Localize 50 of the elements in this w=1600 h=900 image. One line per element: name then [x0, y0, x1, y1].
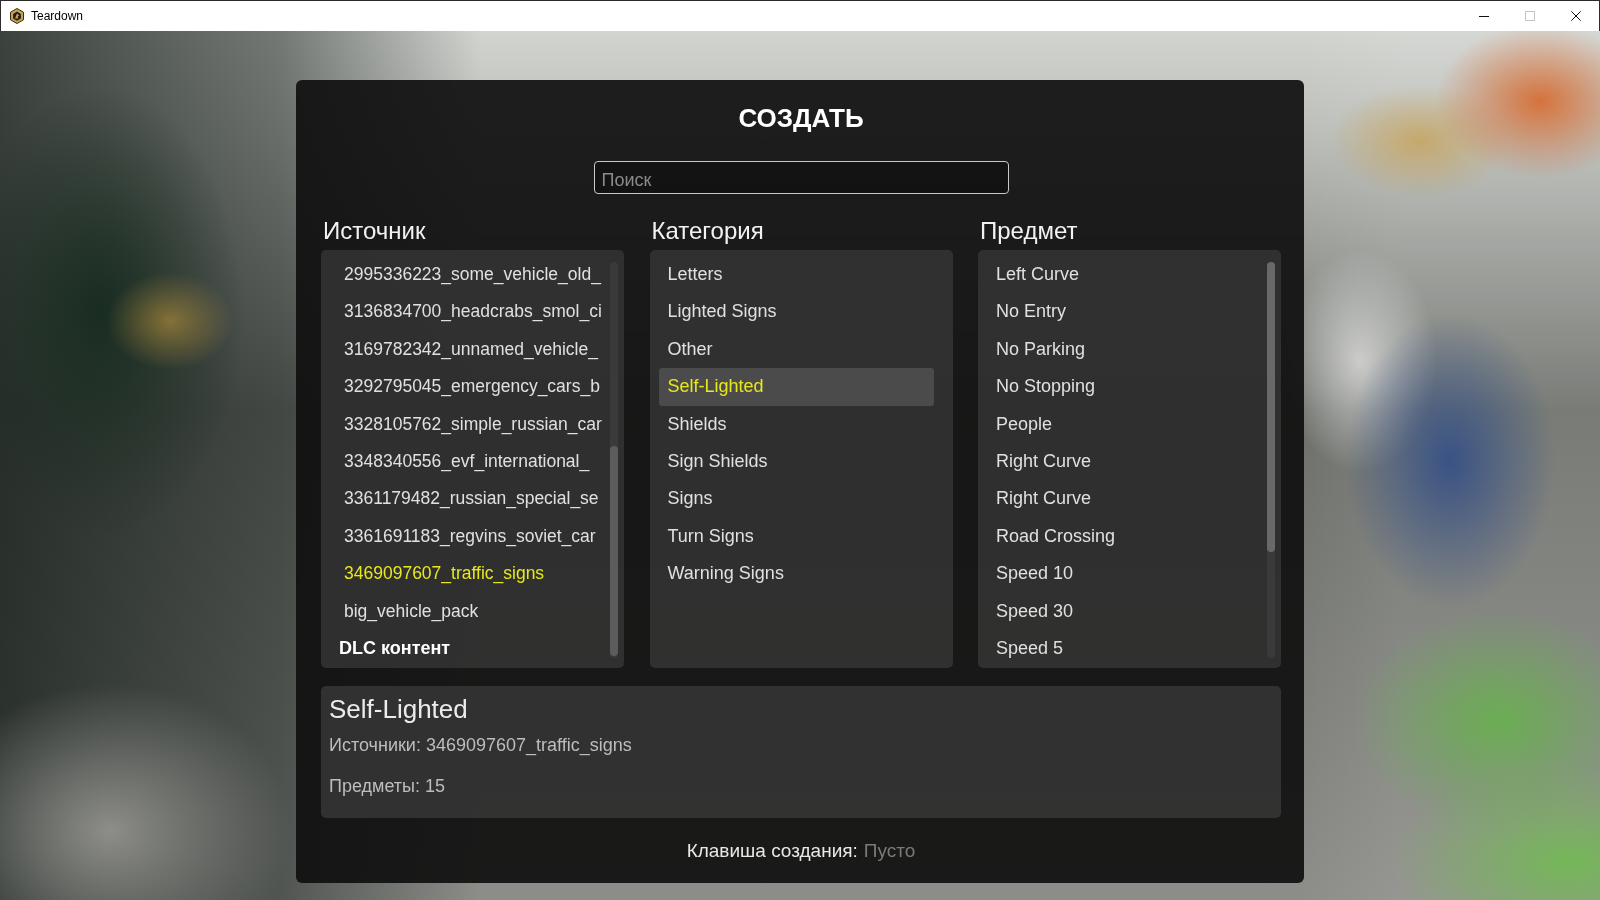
list-item[interactable]: Warning Signs [658, 555, 934, 593]
list-item[interactable]: Lighted Signs [658, 293, 934, 331]
list-item[interactable]: Speed 5 [987, 629, 1259, 668]
scrollbar-thumb[interactable] [1267, 262, 1275, 552]
list-item[interactable]: 3169782342_unnamed_vehicle_ [330, 330, 602, 369]
scrollbar-track[interactable] [610, 262, 618, 658]
hotkey-value: Пусто [863, 839, 916, 863]
list-item[interactable]: 2995336223_some_vehicle_old_ [330, 256, 602, 294]
column-heading: Предмет [979, 216, 1079, 246]
list-item[interactable]: No Entry [987, 293, 1259, 331]
list-item[interactable]: big_vehicle_pack [330, 592, 602, 630]
list-item[interactable]: Signs [658, 480, 934, 518]
scrollbar-thumb[interactable] [610, 446, 618, 656]
list-item[interactable]: Sign Shields [658, 442, 934, 481]
close-icon [1571, 11, 1581, 21]
list-item[interactable]: Letters [658, 256, 934, 294]
list-item[interactable]: Speed 30 [987, 592, 1259, 630]
list-item[interactable]: Left Curve [987, 256, 1259, 294]
minimize-icon [1479, 15, 1489, 17]
list-item[interactable]: Road Crossing [987, 517, 1259, 556]
list-item[interactable]: Turn Signs [658, 517, 934, 556]
list-item[interactable]: Right Curve [987, 442, 1259, 481]
list-item[interactable]: Right Curve [987, 480, 1259, 518]
group-header: DLC контент [338, 636, 452, 660]
list-item[interactable]: 3361691183_regvins_soviet_car [330, 517, 602, 556]
list-item[interactable]: No Parking [987, 330, 1259, 369]
list-item[interactable]: People [987, 405, 1259, 443]
window-title: Teardown [31, 8, 84, 24]
details-text: Предметы: 15 [329, 775, 447, 798]
maximize-icon [1525, 11, 1535, 21]
list-item[interactable]: Speed 10 [987, 555, 1259, 593]
dialog-title: СОЗДАТЬ [737, 102, 865, 134]
hotkey-label: Клавиша создания: [686, 839, 858, 863]
list-item[interactable]: 3348340556_evf_international_ [330, 442, 602, 481]
list-item[interactable]: 3136834700_headcrabs_smol_ci [330, 293, 602, 331]
list-item[interactable]: Self-Lighted [658, 368, 934, 406]
details-text: Источники: 3469097607_traffic_signs [329, 734, 633, 757]
list-item[interactable]: Other [658, 330, 934, 369]
details-title: Self-Lighted [329, 694, 469, 724]
column-heading: Категория [650, 216, 765, 246]
list-item[interactable]: No Stopping [987, 368, 1259, 406]
list-item[interactable]: 3292795045_emergency_cars_b [330, 368, 602, 406]
hexagon-logo-icon [10, 8, 24, 24]
list-item[interactable]: 3361179482_russian_special_se [330, 480, 602, 518]
search-field[interactable]: Поиск [593, 161, 1009, 194]
list-item[interactable]: 3328105762_simple_russian_car [330, 405, 602, 443]
column-heading: Источник [322, 216, 427, 246]
list-item[interactable]: 3469097607_traffic_signs [330, 555, 602, 593]
list-item[interactable]: Shields [658, 405, 934, 443]
scrollbar-track[interactable] [1267, 262, 1275, 658]
